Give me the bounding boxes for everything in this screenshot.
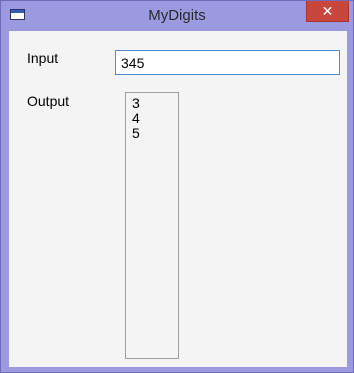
input-label: Input bbox=[27, 50, 59, 66]
close-button[interactable]: ✕ bbox=[306, 1, 349, 22]
mydigits-window: MyDigits ✕ Input Output 3 4 5 bbox=[0, 0, 354, 373]
window-title: MyDigits bbox=[148, 7, 206, 24]
title-bar[interactable]: MyDigits ✕ bbox=[1, 1, 353, 31]
output-label: Output bbox=[27, 93, 70, 109]
output-item[interactable]: 4 bbox=[132, 111, 172, 126]
output-listbox[interactable]: 3 4 5 bbox=[125, 92, 179, 359]
client-area: Input Output 3 4 5 bbox=[9, 31, 347, 367]
input-field[interactable] bbox=[115, 50, 340, 75]
output-item[interactable]: 5 bbox=[132, 126, 172, 141]
output-item[interactable]: 3 bbox=[132, 96, 172, 111]
